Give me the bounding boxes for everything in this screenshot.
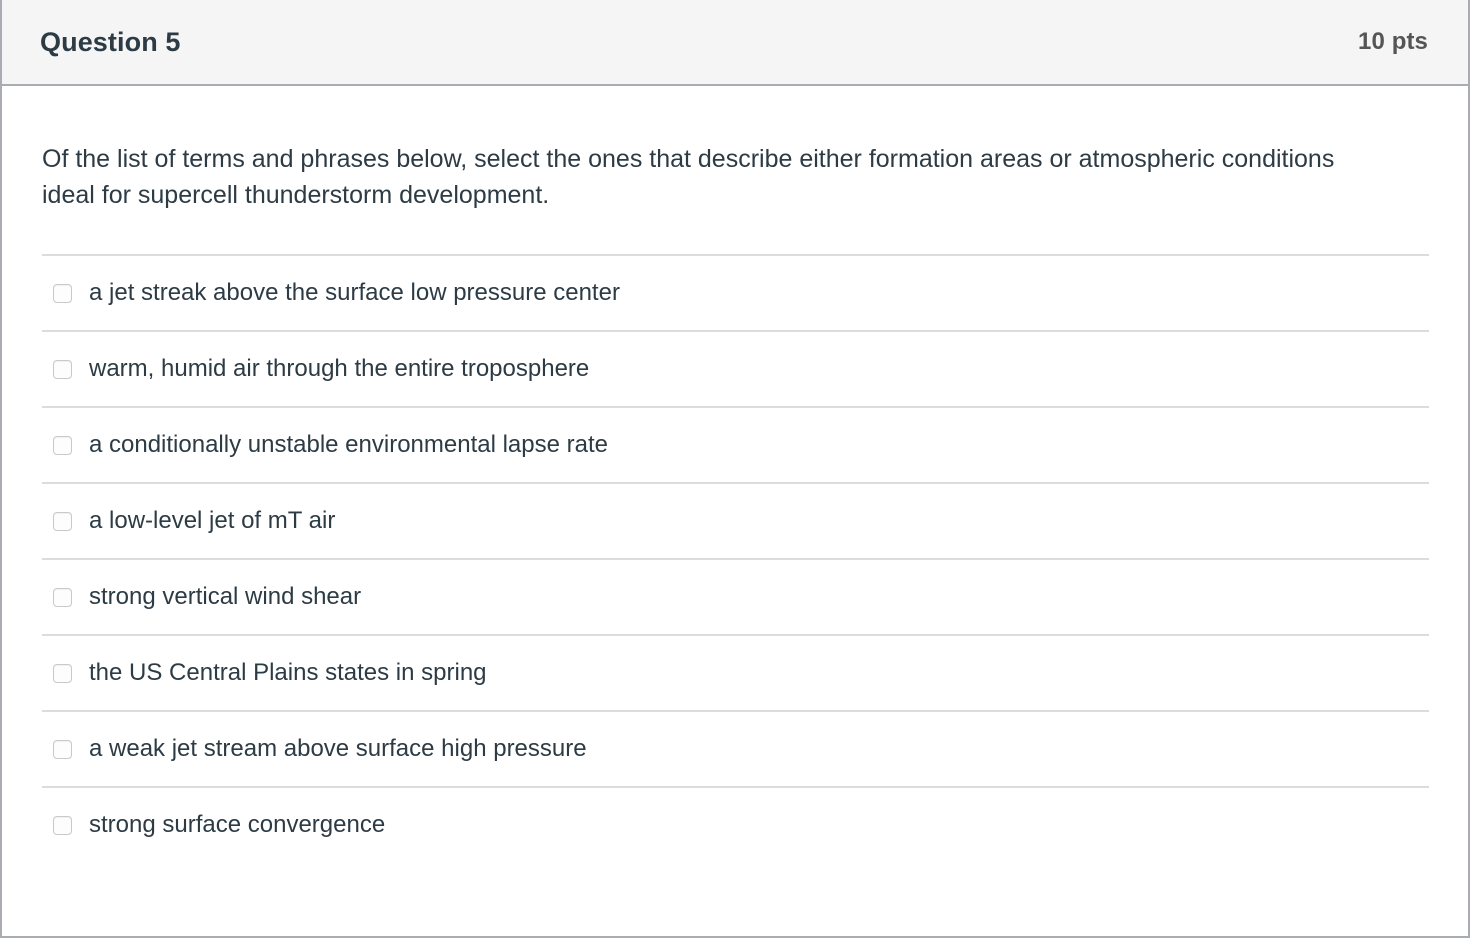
answer-option-label: a weak jet stream above surface high pre…: [89, 734, 587, 762]
checkbox-icon[interactable]: [53, 359, 72, 379]
answer-option-label: strong surface convergence: [89, 810, 386, 838]
question-title: Question 5: [40, 26, 181, 57]
answer-option-row[interactable]: a conditionally unstable environmental l…: [42, 406, 1429, 482]
answer-option-label: a jet streak above the surface low press…: [89, 278, 620, 306]
question-card: Question 5 10 pts Of the list of terms a…: [0, 0, 1470, 938]
checkbox-icon[interactable]: [53, 663, 72, 683]
answer-option-row[interactable]: strong surface convergence: [42, 786, 1429, 862]
answer-option-row[interactable]: a jet streak above the surface low press…: [42, 254, 1429, 330]
checkbox-icon[interactable]: [53, 815, 72, 835]
answer-option-label: warm, humid air through the entire tropo…: [89, 354, 590, 382]
answer-option-row[interactable]: a weak jet stream above surface high pre…: [42, 710, 1429, 786]
question-header: Question 5 10 pts: [2, 0, 1468, 86]
checkbox-icon[interactable]: [53, 435, 72, 455]
answer-option-row[interactable]: strong vertical wind shear: [42, 558, 1429, 634]
answer-option-row[interactable]: the US Central Plains states in spring: [42, 634, 1429, 710]
question-body: Of the list of terms and phrases below, …: [2, 86, 1468, 862]
answer-options-list: a jet streak above the surface low press…: [2, 254, 1468, 862]
answer-option-label: a low-level jet of mT air: [89, 506, 336, 534]
answer-option-row[interactable]: a low-level jet of mT air: [42, 482, 1429, 558]
answer-option-row[interactable]: warm, humid air through the entire tropo…: [42, 330, 1429, 406]
answer-option-label: strong vertical wind shear: [89, 582, 362, 610]
checkbox-icon[interactable]: [53, 587, 72, 607]
checkbox-icon[interactable]: [53, 511, 72, 531]
checkbox-icon[interactable]: [53, 283, 72, 303]
checkbox-icon[interactable]: [53, 739, 72, 759]
question-points-badge: 10 pts: [1358, 28, 1428, 55]
question-prompt-text: Of the list of terms and phrases below, …: [42, 145, 1335, 209]
answer-option-label: the US Central Plains states in spring: [89, 658, 487, 686]
answer-option-label: a conditionally unstable environmental l…: [89, 430, 608, 458]
